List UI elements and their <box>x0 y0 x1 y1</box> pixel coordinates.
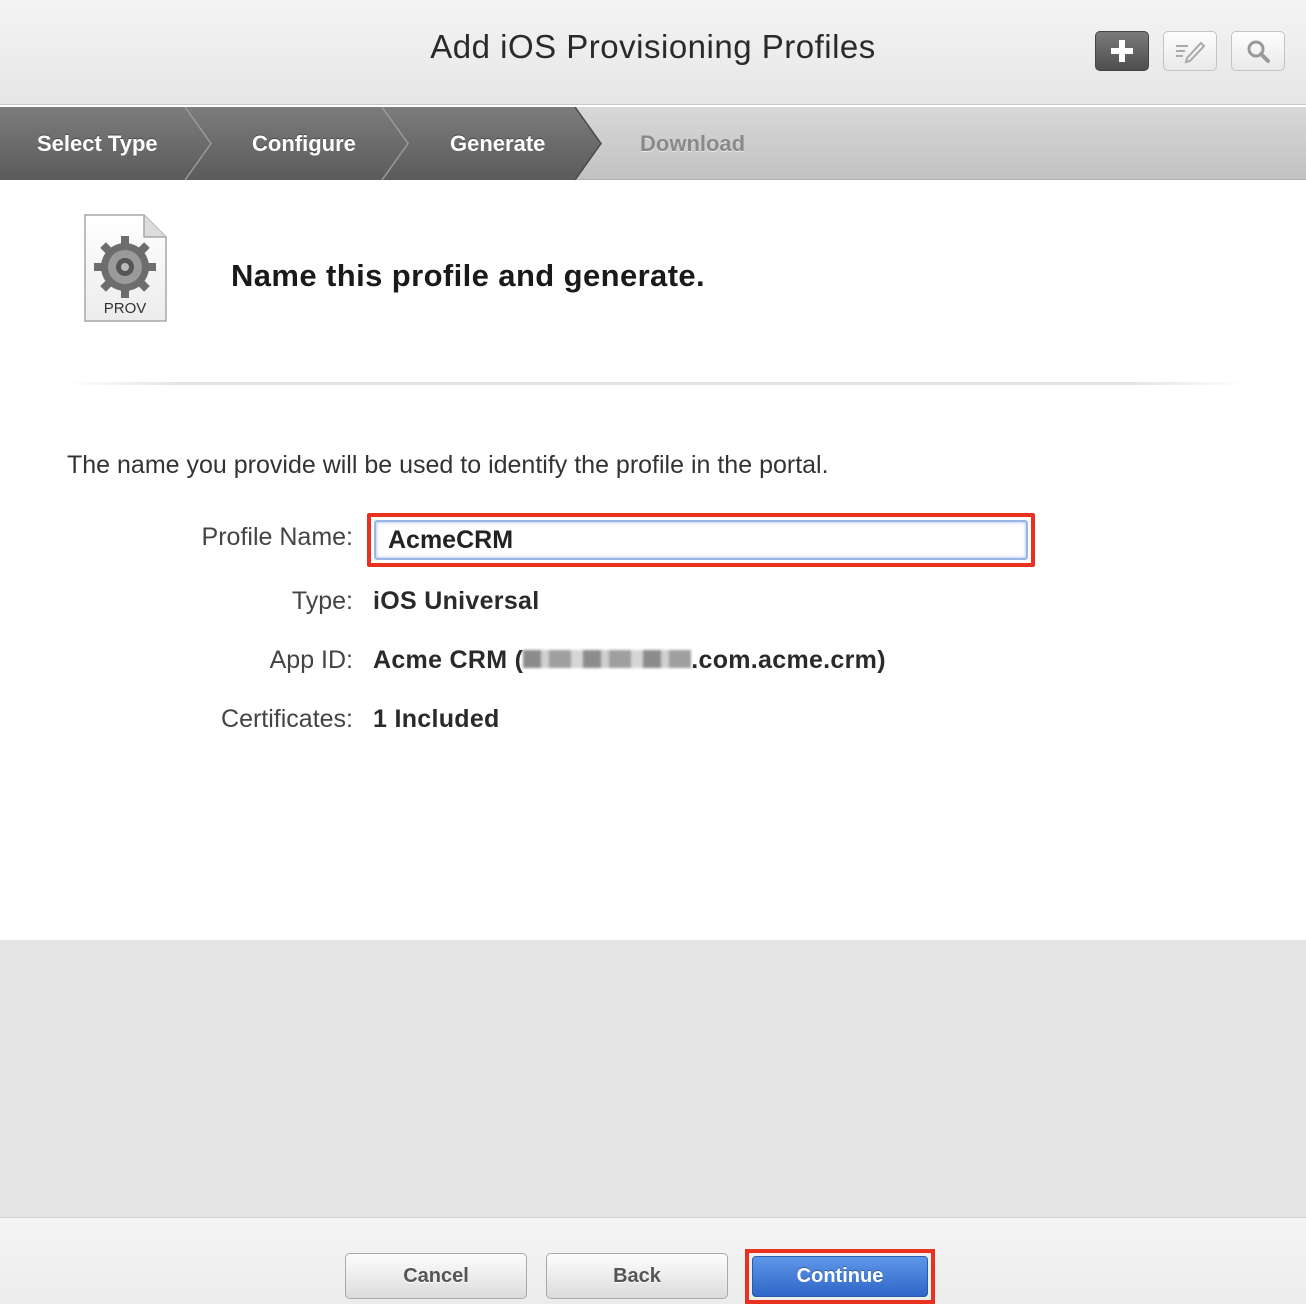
redacted-team-id <box>523 650 692 669</box>
edit-button[interactable] <box>1163 31 1217 71</box>
profile-name-input[interactable] <box>374 520 1028 560</box>
intro-text: The name you provide will be used to ide… <box>67 451 829 479</box>
section-heading: Name this profile and generate. <box>231 258 706 293</box>
provisioning-profile-icon: PROV <box>82 213 170 325</box>
continue-highlight: Continue <box>745 1249 935 1304</box>
content-gray-area <box>0 940 1306 1217</box>
add-button[interactable] <box>1095 31 1149 71</box>
step-progress-bar: Select Type Configure Generate Download <box>0 107 1306 180</box>
app-id-prefix: Acme CRM ( <box>373 646 524 674</box>
cancel-button[interactable]: Cancel <box>345 1253 527 1299</box>
prov-file-icon: PROV <box>84 214 167 322</box>
step-download: Download <box>640 131 746 156</box>
certificates-label: Certificates: <box>221 705 353 733</box>
step-generate: Generate <box>450 131 546 156</box>
app-id-suffix: .com.acme.crm) <box>691 646 886 674</box>
app-id-value: Acme CRM ( .com.acme.crm) <box>373 646 886 675</box>
edit-icon <box>1176 41 1206 64</box>
header: Add iOS Provisioning Profiles <box>0 0 1306 105</box>
step-configure: Configure <box>252 131 356 156</box>
continue-button[interactable]: Continue <box>752 1256 928 1297</box>
certificates-value: 1 Included <box>373 705 500 733</box>
plus-icon <box>1111 40 1133 62</box>
search-button[interactable] <box>1231 31 1285 71</box>
prov-label: PROV <box>104 300 147 317</box>
app-id-label: App ID: <box>269 646 353 674</box>
profile-name-highlight <box>367 513 1035 567</box>
type-value: iOS Universal <box>373 587 540 615</box>
type-label: Type: <box>291 587 353 615</box>
divider <box>66 382 1246 385</box>
back-button[interactable]: Back <box>546 1253 728 1299</box>
search-icon <box>1247 40 1270 63</box>
step-select-type: Select Type <box>37 131 158 156</box>
profile-name-label: Profile Name: <box>201 523 353 551</box>
